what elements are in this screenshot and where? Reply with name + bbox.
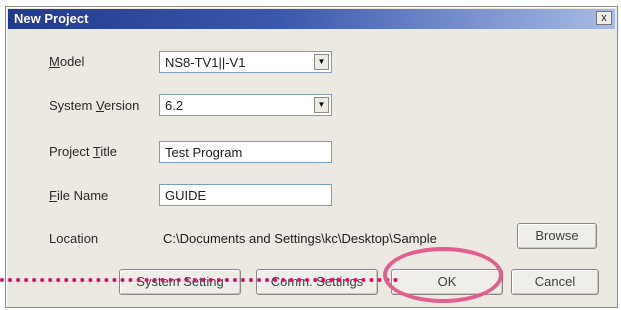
dialog-title: New Project	[14, 11, 89, 26]
system-version-select[interactable]: 6.2 ▼	[159, 94, 332, 116]
project-title-input[interactable]	[159, 141, 332, 163]
system-setting-button[interactable]: System Setting	[119, 269, 241, 295]
location-value: C:\Documents and Settings\kc\Desktop\Sam…	[163, 231, 437, 246]
browse-button[interactable]: Browse	[517, 223, 597, 249]
file-name-label: File Name	[49, 188, 109, 203]
model-label: Model	[49, 54, 85, 69]
project-title-label: Project Title	[49, 144, 117, 159]
new-project-dialog: New Project x Model NS8-TV1||-V1 ▼ Syste…	[5, 6, 618, 308]
location-label: Location	[49, 231, 99, 246]
model-select-value: NS8-TV1||-V1	[165, 55, 246, 70]
close-icon: x	[601, 12, 607, 24]
system-version-select-value: 6.2	[165, 98, 184, 113]
title-bar: New Project x	[8, 9, 615, 29]
chevron-down-icon[interactable]: ▼	[314, 97, 329, 113]
close-button[interactable]: x	[596, 11, 612, 25]
comm-settings-button[interactable]: Comm. Settings	[256, 269, 378, 295]
chevron-down-icon[interactable]: ▼	[314, 54, 329, 70]
ok-highlight-ring	[383, 247, 503, 303]
system-version-label: System Version	[49, 98, 140, 113]
file-name-input[interactable]	[159, 184, 332, 206]
callout-dotted-line	[0, 278, 398, 282]
cancel-button[interactable]: Cancel	[511, 269, 599, 295]
model-select[interactable]: NS8-TV1||-V1 ▼	[159, 51, 332, 73]
